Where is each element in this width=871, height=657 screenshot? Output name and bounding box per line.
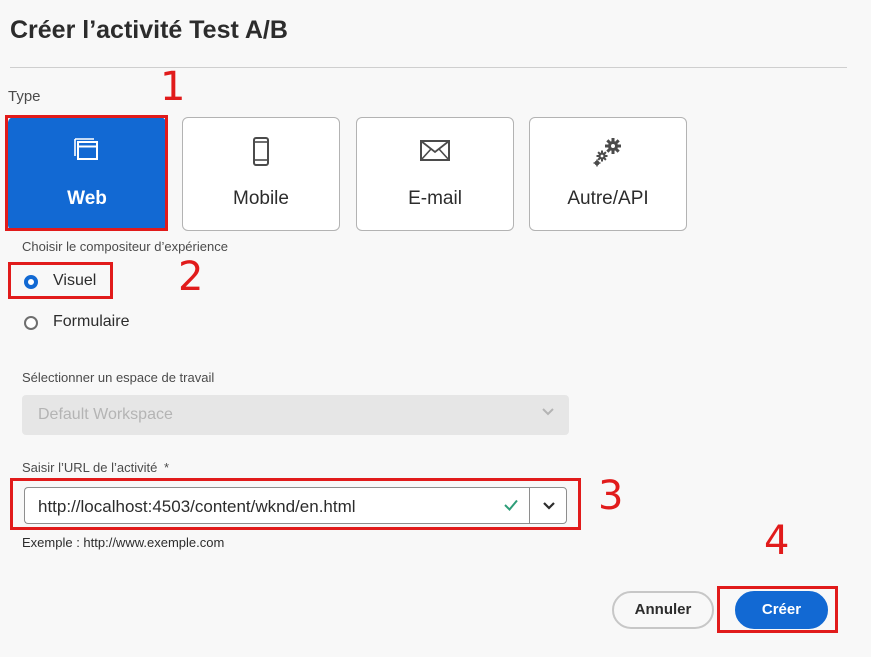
annotation-number-1: 1 <box>160 64 186 110</box>
composer-label: Choisir le compositeur d’expérience <box>22 239 228 254</box>
type-card-mobile-label: Mobile <box>233 188 289 209</box>
url-example: Exemple : http://www.exemple.com <box>22 535 225 550</box>
type-card-email[interactable]: E-mail <box>356 117 514 231</box>
type-card-other-api[interactable]: Autre/API <box>529 117 687 231</box>
radio-form-label[interactable]: Formulaire <box>53 313 129 331</box>
annotation-box-4 <box>717 586 838 633</box>
type-card-email-label: E-mail <box>408 188 462 209</box>
chevron-down-icon <box>541 405 555 424</box>
type-card-other-api-label: Autre/API <box>567 188 649 209</box>
annotation-number-4: 4 <box>764 518 790 564</box>
title-divider <box>10 67 847 68</box>
workspace-select: Default Workspace <box>22 395 569 435</box>
gears-icon <box>530 136 686 167</box>
radio-form[interactable] <box>24 316 38 330</box>
required-asterisk: * <box>163 460 170 475</box>
annotation-number-3: 3 <box>598 473 624 519</box>
mobile-phone-icon <box>183 136 339 166</box>
envelope-icon <box>357 136 513 166</box>
annotation-box-1 <box>5 115 168 231</box>
annotation-box-3 <box>10 478 581 530</box>
workspace-label: Sélectionner un espace de travail <box>22 370 215 385</box>
type-card-mobile[interactable]: Mobile <box>182 117 340 231</box>
workspace-value: Default Workspace <box>38 406 173 423</box>
type-label: Type <box>8 88 41 105</box>
annotation-box-2 <box>8 262 113 299</box>
cancel-button[interactable]: Annuler <box>612 591 714 629</box>
annotation-number-2: 2 <box>178 254 204 300</box>
url-label: Saisir l’URL de l’activité * <box>22 460 170 475</box>
dialog-title: Créer l’activité Test A/B <box>10 16 288 44</box>
